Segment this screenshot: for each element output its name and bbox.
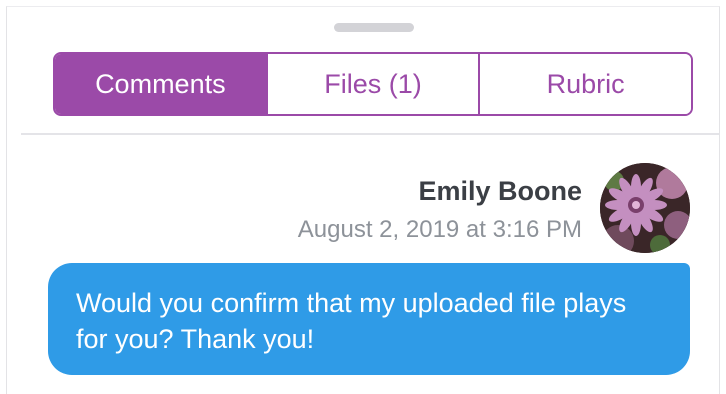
comment-timestamp: August 2, 2019 at 3:16 PM — [297, 216, 582, 243]
tab-rubric[interactable]: Rubric — [478, 54, 691, 114]
comment-author: Emily Boone — [418, 176, 582, 206]
flower-photo-avatar-icon — [600, 163, 690, 253]
comment-message-text: Would you confirm that my uploaded file … — [76, 288, 627, 354]
avatar[interactable] — [600, 163, 690, 253]
section-divider — [21, 133, 719, 135]
tab-files[interactable]: Files (1) — [265, 54, 479, 114]
drag-handle[interactable] — [334, 23, 414, 32]
tab-bar: Comments Files (1) Rubric — [53, 52, 693, 116]
comment-message-bubble: Would you confirm that my uploaded file … — [48, 263, 690, 375]
tab-comments[interactable]: Comments — [55, 54, 266, 114]
